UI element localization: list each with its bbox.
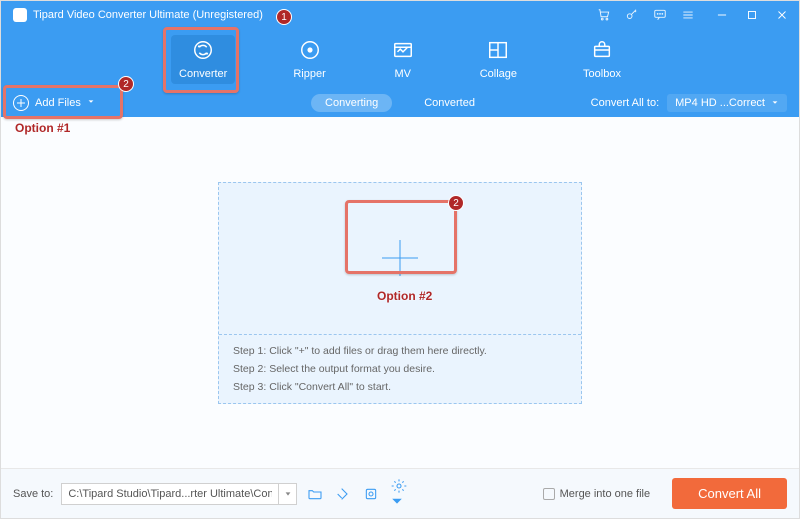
nav-toolbox-label: Toolbox [583,68,621,80]
output-format-value: MP4 HD ...Correct [675,97,765,109]
ripper-icon [299,39,321,64]
nav-converter-label: Converter [179,68,227,80]
settings-icon[interactable] [389,476,409,512]
checkbox-icon [543,488,555,500]
instruction-step-2: Step 2: Select the output format you des… [233,363,567,375]
annotation-badge-2: 2 [118,76,134,92]
annotation-badge-1: 1 [276,9,292,25]
open-folder-icon[interactable] [305,484,325,504]
output-format-selector[interactable]: MP4 HD ...Correct [667,94,787,112]
gpu-icon[interactable] [361,484,381,504]
converter-icon [192,39,214,64]
caret-down-icon[interactable] [278,484,296,504]
caret-down-icon [87,97,95,109]
close-button[interactable] [775,8,789,22]
annotation-label-option1: Option #1 [15,121,70,135]
app-logo-icon [13,8,27,22]
save-path-input[interactable] [62,488,278,500]
tab-converting[interactable]: Converting [311,94,392,112]
convert-all-button[interactable]: Convert All [672,478,787,509]
instruction-step-3: Step 3: Click "Convert All" to start. [233,381,567,393]
feedback-icon[interactable] [653,8,667,22]
cart-icon[interactable] [597,8,611,22]
nav-collage-label: Collage [480,68,517,80]
nav-collage[interactable]: Collage [472,35,525,84]
add-files-label: Add Files [35,97,81,109]
merge-label: Merge into one file [560,488,651,500]
minimize-button[interactable] [715,8,729,22]
instruction-step-1: Step 1: Click "+" to add files or drag t… [233,345,567,357]
add-files-button[interactable]: Add Files [13,95,95,111]
save-path-field[interactable] [61,483,297,505]
toolbox-icon [591,39,613,64]
nav-mv[interactable]: MV [384,35,422,84]
app-title: Tipard Video Converter Ultimate (Unregis… [33,9,597,21]
nav-mv-label: MV [394,68,411,80]
key-icon[interactable] [625,8,639,22]
maximize-button[interactable] [745,8,759,22]
speed-icon[interactable] [333,484,353,504]
nav-converter[interactable]: Converter [171,35,235,84]
annotation-badge-2b: 2 [448,195,464,211]
nav-toolbox[interactable]: Toolbox [575,35,629,84]
tab-converted[interactable]: Converted [410,94,489,112]
caret-down-icon [771,99,779,107]
nav-ripper[interactable]: Ripper [285,35,333,84]
add-file-plus-button[interactable] [382,240,418,276]
nav-ripper-label: Ripper [293,68,325,80]
collage-icon [487,39,509,64]
save-to-label: Save to: [13,488,53,500]
merge-checkbox[interactable]: Merge into one file [543,488,651,500]
convert-all-to-label: Convert All to: [591,97,659,109]
menu-icon[interactable] [681,8,695,22]
annotation-label-option2: Option #2 [377,289,432,303]
plus-circle-icon [13,95,29,111]
mv-icon [392,39,414,64]
